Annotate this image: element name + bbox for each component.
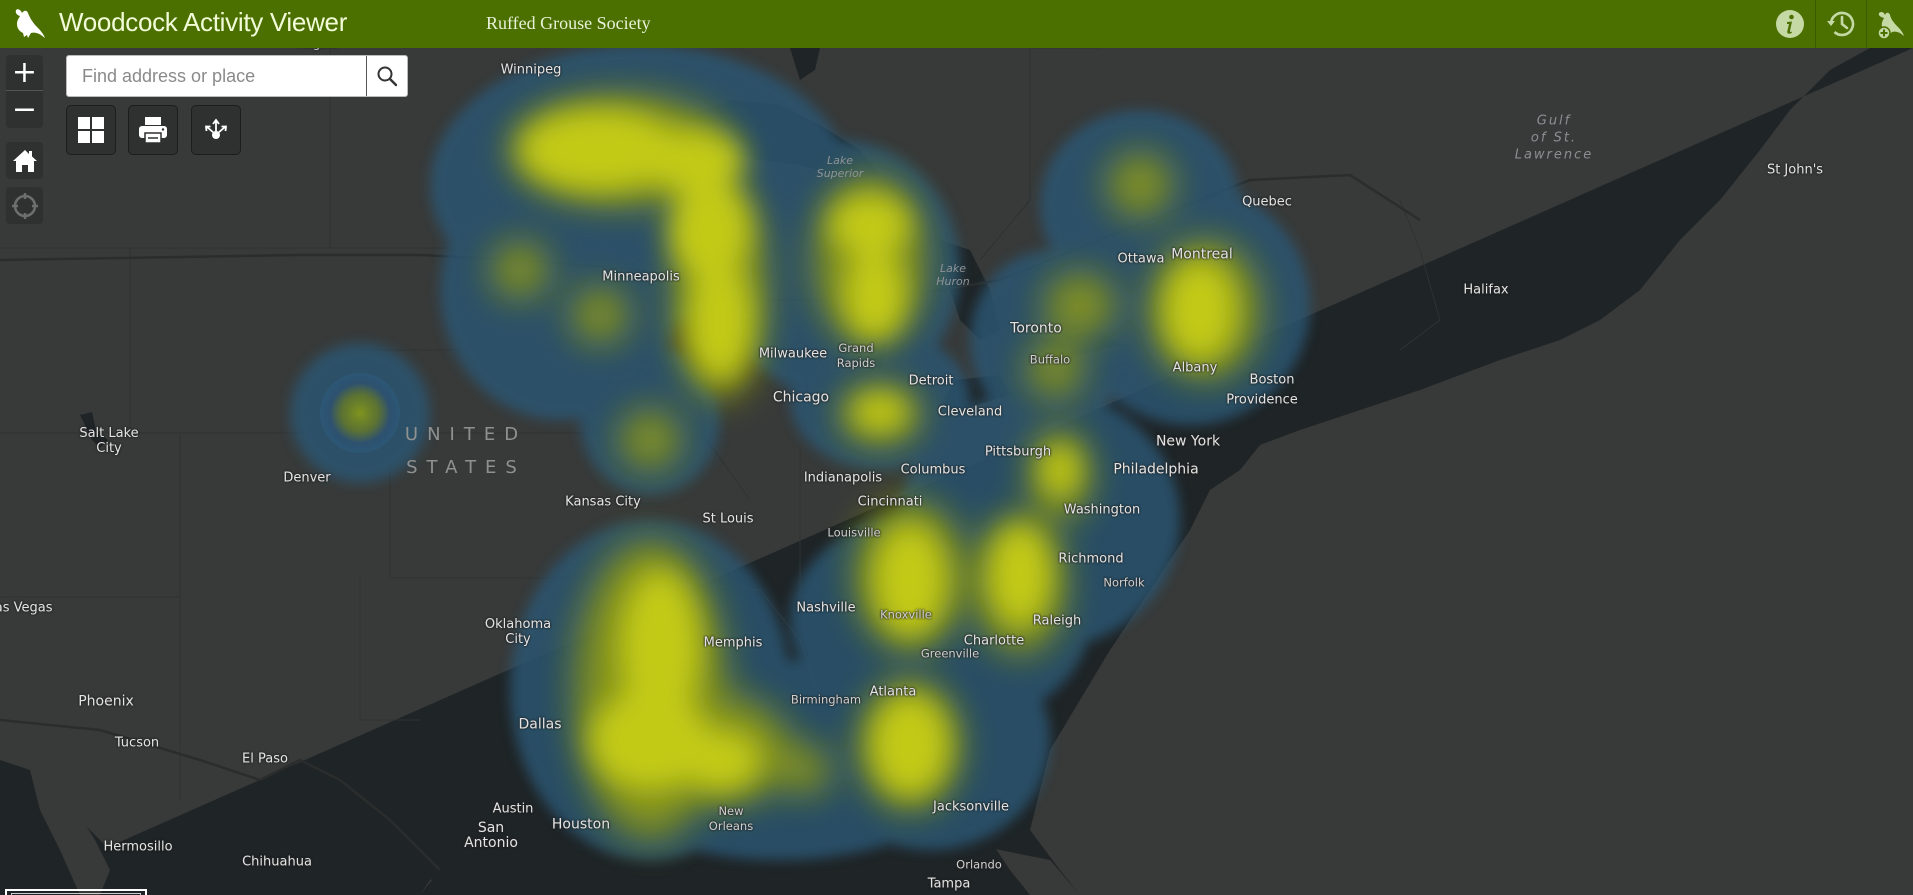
city-label: Greenville [920,646,980,661]
city-label: Providence [1226,392,1298,408]
scale-bar [5,889,147,895]
locate-button[interactable] [6,187,43,224]
city-label: Tampa [927,876,971,892]
water-label-lake-huron: Lake Huron [936,262,970,288]
city-label: Norfolk [1103,575,1145,590]
city-label: Quebec [1242,194,1292,210]
city-label: Atlanta [869,684,917,700]
city-label: Montreal [1171,246,1233,263]
app: Woodcock Activity Viewer Ruffed Grouse S… [0,0,1913,895]
app-title: Woodcock Activity Viewer [59,7,348,37]
city-label: Orlando [956,857,1002,872]
printer-icon [139,117,167,144]
city-label: El Paso [242,751,288,767]
city-label: Buffalo [1029,352,1071,367]
city-label: Tucson [114,735,160,751]
country-label: UNITED STATES [404,424,528,478]
zoom-out-button[interactable]: − [6,91,43,127]
city-label: Cleveland [937,404,1003,420]
city-label: Halifax [1463,282,1509,298]
search-input[interactable] [67,56,366,96]
city-label: San Antonio [464,820,518,851]
city-label: Albany [1172,360,1218,376]
history-icon [1826,11,1854,37]
city-label: Nashville [796,600,856,616]
woodcock-logo-icon [15,9,45,38]
grid-icon [78,117,104,143]
city-label: Dallas [518,716,562,733]
city-label: Knoxville [880,607,932,622]
city-label: Toronto [1010,320,1062,337]
info-button[interactable] [1764,0,1816,48]
city-label: Salt Lake City [79,426,139,456]
city-label: New York [1155,433,1221,450]
city-label: Ottawa [1117,251,1165,267]
zoom-control: + − [6,55,43,128]
city-label: Cincinnati [857,494,923,510]
city-label: Detroit [908,373,954,389]
search-widget [66,55,408,97]
city-label: Columbus [900,462,966,478]
search-button[interactable] [366,56,407,96]
city-label: Washington [1063,502,1141,518]
city-label: New Orleans [708,804,754,833]
app-header: Woodcock Activity Viewer Ruffed Grouse S… [0,0,1913,48]
share-icon [204,118,228,139]
city-label: St Louis [702,511,754,527]
city-label: Las Vegas [0,600,53,616]
water-label-gulf-st-lawrence: Gulf of St. Lawrence [1514,113,1594,163]
city-label: Chihuahua [242,854,312,870]
home-button[interactable] [6,142,43,179]
print-button[interactable] [128,105,178,155]
add-observation-button[interactable] [1866,0,1913,48]
city-label: Milwaukee [758,346,828,362]
city-label: Kansas City [565,494,641,510]
share-button[interactable] [191,105,241,155]
city-label: Indianapolis [803,470,883,486]
city-label: Houston [551,816,611,833]
organization-name: Ruffed Grouse Society [486,13,651,33]
city-label: Jacksonville [933,799,1009,815]
heat-spot-denver [320,373,400,453]
home-icon [12,149,37,172]
city-label: Richmond [1058,551,1124,567]
city-label: Minneapolis [602,269,680,285]
city-label: St John's [1766,162,1824,178]
city-label: Raleigh [1032,613,1082,629]
city-label: Phoenix [78,693,134,710]
info-icon [1776,10,1804,38]
city-label: Austin [492,801,534,817]
search-icon [377,66,398,87]
basemap-gallery-button[interactable] [66,105,116,155]
map-view[interactable]: Regina Winnipeg Minneapolis Milwaukee Gr… [0,48,1913,895]
city-label: Oklahoma City [484,617,552,647]
city-label: Louisville [827,525,881,540]
locate-icon [11,192,38,219]
history-button[interactable] [1815,0,1867,48]
city-label: Chicago [772,389,830,406]
city-label: Regina [298,48,337,52]
city-label: Grand Rapids [836,341,876,370]
city-label: Memphis [703,635,763,651]
city-label: Philadelphia [1113,461,1199,478]
woodcock-add-icon [1877,11,1904,40]
city-label: Winnipeg [500,62,562,78]
city-label: Denver [283,470,331,486]
zoom-in-button[interactable]: + [6,55,43,91]
city-label: Birmingham [790,692,862,707]
city-label: Pittsburgh [984,444,1052,460]
water-label-lake-superior: Lake Superior [816,154,864,180]
city-label: Boston [1249,372,1295,388]
city-label: Hermosillo [103,839,173,855]
